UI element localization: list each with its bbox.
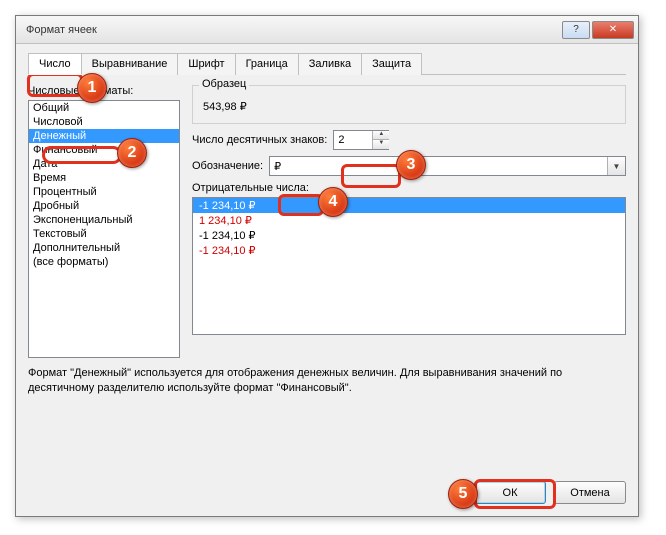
sample-value: 543,98 ₽ xyxy=(201,92,617,115)
number-formats-label: Числовые форматы: xyxy=(28,85,180,97)
list-item[interactable]: (все форматы) xyxy=(29,255,179,269)
help-button[interactable]: ? xyxy=(562,21,590,39)
tab-border[interactable]: Граница xyxy=(235,53,299,75)
number-formats-list[interactable]: ОбщийЧисловойДенежныйФинансовыйДатаВремя… xyxy=(28,100,180,358)
cancel-button[interactable]: Отмена xyxy=(554,481,626,504)
list-item[interactable]: Числовой xyxy=(29,115,179,129)
list-item[interactable]: -1 234,10 ₽ xyxy=(193,243,625,258)
list-item[interactable]: -1 234,10 ₽ xyxy=(193,198,625,213)
list-item[interactable]: Дополнительный xyxy=(29,241,179,255)
tabs: Число Выравнивание Шрифт Граница Заливка… xyxy=(28,52,626,75)
list-item[interactable]: Дробный xyxy=(29,199,179,213)
tab-fill[interactable]: Заливка xyxy=(298,53,362,75)
list-item[interactable]: Дата xyxy=(29,157,179,171)
sample-group: Образец 543,98 ₽ xyxy=(192,85,626,124)
list-item[interactable]: Общий xyxy=(29,101,179,115)
list-item[interactable]: Время xyxy=(29,171,179,185)
tab-number[interactable]: Число xyxy=(28,53,82,75)
negatives-list[interactable]: -1 234,10 ₽1 234,10 ₽-1 234,10 ₽-1 234,1… xyxy=(192,197,626,335)
ok-button[interactable]: ОК xyxy=(474,481,546,504)
symbol-label: Обозначение: xyxy=(192,160,263,172)
list-item[interactable]: Финансовый xyxy=(29,143,179,157)
tab-protection[interactable]: Защита xyxy=(361,53,422,75)
decimals-spinner[interactable]: ▲ ▼ xyxy=(333,130,389,150)
format-description: Формат "Денежный" используется для отобр… xyxy=(28,366,626,396)
list-item[interactable]: Процентный xyxy=(29,185,179,199)
list-item[interactable]: Текстовый xyxy=(29,227,179,241)
sample-label: Образец xyxy=(199,78,249,90)
list-item[interactable]: 1 234,10 ₽ xyxy=(193,213,625,228)
titlebar: Формат ячеек ? ✕ xyxy=(16,16,638,44)
decimals-label: Число десятичных знаков: xyxy=(192,134,327,146)
chevron-down-icon[interactable]: ▼ xyxy=(607,157,625,175)
symbol-combo[interactable]: ▼ xyxy=(269,156,626,176)
list-item[interactable]: Экспоненциальный xyxy=(29,213,179,227)
symbol-input[interactable] xyxy=(270,157,607,175)
format-cells-dialog: Формат ячеек ? ✕ Число Выравнивание Шриф… xyxy=(15,15,639,517)
decimals-input[interactable] xyxy=(334,131,372,149)
list-item[interactable]: -1 234,10 ₽ xyxy=(193,228,625,243)
spinner-up-icon[interactable]: ▲ xyxy=(373,131,389,140)
spinner-down-icon[interactable]: ▼ xyxy=(373,140,389,149)
tab-alignment[interactable]: Выравнивание xyxy=(81,53,179,75)
tab-font[interactable]: Шрифт xyxy=(177,53,235,75)
negatives-label: Отрицательные числа: xyxy=(192,182,626,194)
close-button[interactable]: ✕ xyxy=(592,21,634,39)
window-title: Формат ячеек xyxy=(26,24,562,36)
list-item[interactable]: Денежный xyxy=(29,129,179,143)
